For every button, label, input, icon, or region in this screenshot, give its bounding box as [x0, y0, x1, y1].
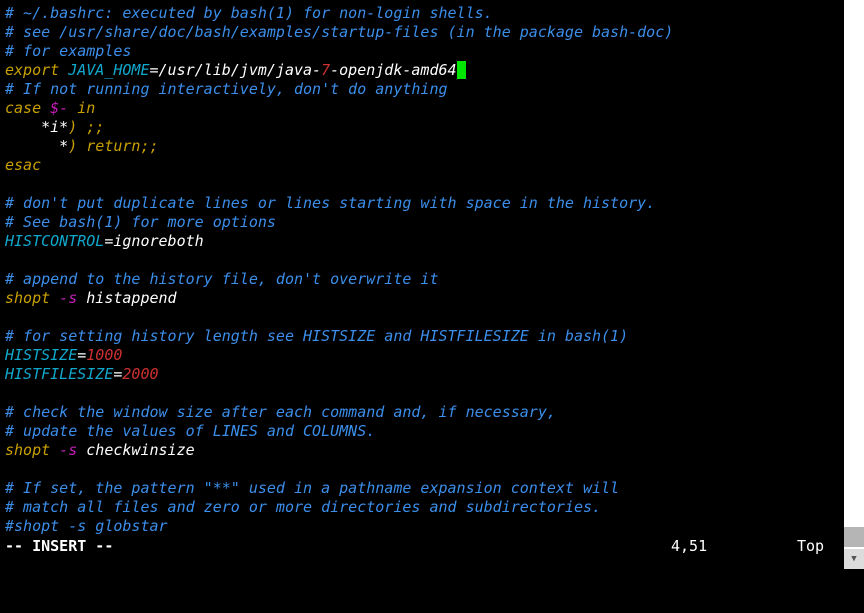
code-token: # See bash(1) for more options — [5, 213, 276, 231]
code-token: # If not running interactively, don't do… — [5, 80, 448, 98]
code-line[interactable]: case $- in — [5, 99, 835, 118]
code-token: #shopt -s globstar — [5, 517, 168, 535]
scrollbar-track[interactable] — [844, 0, 864, 569]
code-token: # don't put duplicate lines or lines sta… — [5, 194, 656, 212]
code-token: # see /usr/share/doc/bash/examples/start… — [5, 23, 674, 41]
code-token: HISTCONTROL — [5, 232, 105, 250]
code-token: # ~/.bashrc: executed by bash(1) for non… — [5, 4, 493, 22]
code-token: JAVA_HOME — [59, 61, 150, 79]
code-line[interactable] — [5, 460, 835, 479]
code-token: ) ;; — [68, 118, 105, 136]
code-line[interactable]: # for examples — [5, 42, 835, 61]
scroll-down-arrow-icon[interactable]: ▼ — [844, 549, 864, 569]
code-token: # update the values of LINES and COLUMNS… — [5, 422, 376, 440]
code-line[interactable]: esac — [5, 156, 835, 175]
code-line[interactable]: # ~/.bashrc: executed by bash(1) for non… — [5, 4, 835, 23]
code-token: -s — [50, 441, 78, 459]
code-token: 7 — [321, 61, 331, 79]
code-token: checkwinsize — [77, 441, 195, 459]
code-token: case — [5, 99, 42, 117]
code-token: # for examples — [5, 42, 132, 60]
code-token: -s — [50, 289, 78, 307]
code-token: shopt — [5, 441, 51, 459]
code-line[interactable]: #shopt -s globstar — [5, 517, 835, 536]
editor-text-area[interactable]: # ~/.bashrc: executed by bash(1) for non… — [5, 4, 835, 536]
code-line[interactable]: shopt -s checkwinsize — [5, 441, 835, 460]
mode-indicator: -- INSERT -- — [5, 537, 114, 555]
code-token: HISTFILESIZE — [5, 365, 114, 383]
code-line[interactable]: # See bash(1) for more options — [5, 213, 835, 232]
code-line[interactable]: # for setting history length see HISTSIZ… — [5, 327, 835, 346]
code-token: ) return;; — [68, 137, 159, 155]
code-token: # append to the history file, don't over… — [5, 270, 439, 288]
code-token: = — [77, 346, 87, 364]
code-line[interactable]: # match all files and zero or more direc… — [5, 498, 835, 517]
code-token: export — [5, 61, 60, 79]
code-line[interactable]: export JAVA_HOME=/usr/lib/jvm/java-7-ope… — [5, 61, 835, 80]
code-line[interactable] — [5, 384, 835, 403]
code-token: in — [68, 99, 96, 117]
code-token: histappend — [77, 289, 177, 307]
code-line[interactable]: # see /usr/share/doc/bash/examples/start… — [5, 23, 835, 42]
scroll-position: Top — [797, 537, 825, 555]
code-line[interactable]: # check the window size after each comma… — [5, 403, 835, 422]
code-line[interactable]: # update the values of LINES and COLUMNS… — [5, 422, 835, 441]
code-line[interactable] — [5, 175, 835, 194]
code-line[interactable]: HISTFILESIZE=2000 — [5, 365, 835, 384]
code-token: -openjdk-amd64 — [330, 61, 457, 79]
code-line[interactable]: *) return;; — [5, 137, 835, 156]
code-token: HISTSIZE — [5, 346, 78, 364]
code-line[interactable]: HISTCONTROL=ignoreboth — [5, 232, 835, 251]
code-token: # If set, the pattern "**" used in a pat… — [5, 479, 620, 497]
code-token: shopt — [5, 289, 51, 307]
code-token: # for setting history length see HISTSIZ… — [5, 327, 629, 345]
code-line[interactable] — [5, 251, 835, 270]
code-line[interactable]: # If not running interactively, don't do… — [5, 80, 835, 99]
code-line[interactable]: # append to the history file, don't over… — [5, 270, 835, 289]
code-token: *i* — [5, 118, 69, 136]
scrollbar-thumb[interactable] — [844, 527, 864, 547]
code-token: =ignoreboth — [104, 232, 204, 250]
code-token: =/usr/lib/jvm/java- — [149, 61, 322, 79]
code-line[interactable]: # don't put duplicate lines or lines sta… — [5, 194, 835, 213]
code-line[interactable]: # If set, the pattern "**" used in a pat… — [5, 479, 835, 498]
code-token: 1000 — [86, 346, 123, 364]
code-token: * — [5, 137, 69, 155]
code-line[interactable]: *i*) ;; — [5, 118, 835, 137]
code-token: 2000 — [122, 365, 159, 383]
text-cursor — [456, 61, 466, 79]
cursor-position: 4,51 — [671, 537, 708, 555]
code-token: # match all files and zero or more direc… — [5, 498, 602, 516]
code-token: esac — [5, 156, 42, 174]
status-bar: -- INSERT -- 4,51 Top — [5, 537, 830, 556]
code-line[interactable] — [5, 308, 835, 327]
code-line[interactable]: HISTSIZE=1000 — [5, 346, 835, 365]
code-token: $- — [50, 99, 69, 117]
code-line[interactable]: shopt -s histappend — [5, 289, 835, 308]
code-token: # check the window size after each comma… — [5, 403, 556, 421]
